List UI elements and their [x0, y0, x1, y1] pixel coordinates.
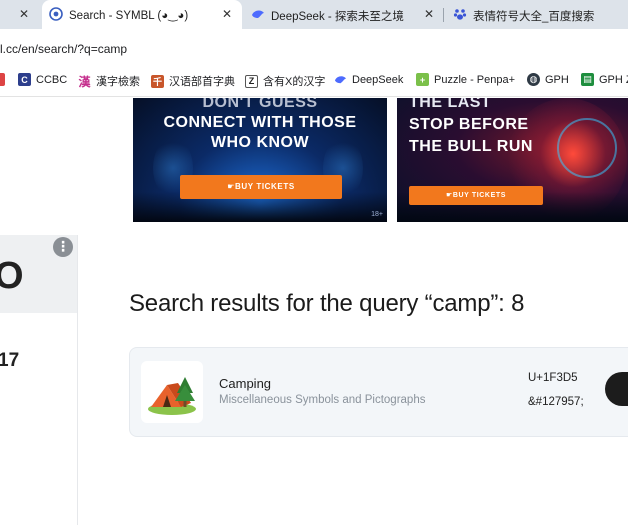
bookmark-partial[interactable]	[0, 73, 10, 86]
bookmark-zi[interactable]: Z 含有X的汉字	[245, 73, 325, 89]
neon-outline	[557, 118, 617, 178]
bookmark-label: 含有X的汉字	[263, 76, 326, 88]
symbl-icon	[49, 7, 63, 21]
bookmark-label: DeepSeek	[352, 73, 404, 86]
ad-banner-conference[interactable]: DON'T GUESS CONNECT WITH THOSE WHO KNOW …	[133, 98, 387, 222]
camping-icon	[148, 377, 196, 415]
deepseek-whale-icon	[252, 10, 264, 18]
tab-title: DeepSeek - 探索未至之境	[271, 11, 404, 23]
symbol-thumbnail	[141, 361, 203, 423]
bookmark-deepseek[interactable]: DeepSeek	[334, 73, 403, 86]
sidebar-number: 17	[0, 350, 20, 371]
bookmark-han-search[interactable]: 漢 漢字檢索	[78, 73, 140, 89]
symbol-html-entity: &#127957;	[528, 396, 584, 408]
ccbc-icon: C	[18, 73, 31, 86]
globe-icon: ◍	[527, 73, 540, 86]
symbol-name[interactable]: Camping	[219, 376, 271, 391]
bookmark-label: CCBC	[36, 73, 68, 86]
ad-headline: WHO KNOW	[210, 134, 310, 151]
bookmark-puzzle[interactable]: + Puzzle - Penpa+	[416, 73, 515, 86]
ad-headline: DON'T GUESS	[202, 98, 318, 111]
baidu-paw-icon	[453, 9, 467, 20]
page-content: DON'T GUESS CONNECT WITH THOSE WHO KNOW …	[0, 98, 628, 525]
close-icon[interactable]: ✕	[222, 7, 232, 21]
tab-deepseek[interactable]: DeepSeek - 探索未至之境 ✕	[244, 0, 442, 29]
buy-tickets-button[interactable]: ☛ BUY TICKETS	[180, 175, 342, 199]
bookmarks-bar: C CCBC 漢 漢字檢索 千 汉语部首字典 Z 含有X的汉字 DeepSeek…	[0, 65, 628, 97]
symbol-codepoint: U+1F3D5	[528, 372, 578, 384]
bookmark-label: 漢字檢索	[96, 76, 140, 88]
ad-headline: CONNECT WITH THOSE	[163, 114, 357, 131]
age-tag: 18+	[371, 211, 383, 218]
bookmark-label: GPH Z	[599, 73, 628, 86]
tab-separator	[443, 8, 444, 22]
button-label: BUY TICKETS	[452, 192, 507, 199]
bookmark-partial-icon	[0, 73, 5, 86]
bookmark-label: 汉语部首字典	[169, 76, 235, 88]
button-label: BUY TICKETS	[234, 182, 295, 191]
buy-tickets-button[interactable]: ☛ BUY TICKETS	[409, 186, 543, 205]
url-field[interactable]: l.cc/en/search/?q=camp	[0, 42, 127, 56]
tab-symbl-search[interactable]: Search - SYMBL (◕‿◕) ✕	[42, 0, 242, 29]
tab-title: 表情符号大全_百度搜索	[473, 11, 595, 23]
address-bar: l.cc/en/search/?q=camp	[0, 29, 628, 65]
ticket-icon: ☛	[445, 192, 453, 199]
gph-sheet-icon: ▤	[581, 73, 594, 86]
ad-headline: STOP BEFORE	[409, 116, 529, 133]
sidebar-divider	[0, 235, 78, 525]
tab-strip: ✕ Search - SYMBL (◕‿◕) ✕ DeepSeek - 探索未至…	[0, 0, 628, 29]
ticket-icon: ☛	[227, 182, 235, 191]
bookmark-radical-dict[interactable]: 千 汉语部首字典	[151, 73, 235, 89]
radical-dict-icon: 千	[151, 74, 164, 88]
zi-icon: Z	[245, 74, 258, 88]
bookmark-ccbc[interactable]: C CCBC	[18, 73, 67, 86]
bookmark-gph[interactable]: ◍ GPH	[527, 73, 569, 86]
bookmark-label: GPH	[545, 73, 569, 86]
bookmark-gph-sheet[interactable]: ▤ GPH Z	[581, 73, 628, 86]
tab-previous[interactable]: ✕	[0, 0, 40, 29]
tab-baidu[interactable]: 表情符号大全_百度搜索	[446, 0, 628, 29]
puzzle-icon: +	[416, 73, 429, 86]
copy-button[interactable]	[605, 372, 628, 406]
ad-banner-bull-run[interactable]: THE LAST STOP BEFORE THE BULL RUN ☛ BUY …	[397, 98, 628, 222]
close-icon[interactable]: ✕	[19, 7, 29, 21]
symbol-block[interactable]: Miscellaneous Symbols and Pictographs	[219, 394, 425, 406]
close-icon[interactable]: ✕	[424, 7, 434, 21]
deepseek-whale-icon	[334, 76, 347, 84]
ad-headline: THE LAST	[409, 98, 492, 111]
search-results-heading: Search results for the query “camp”: 8	[129, 290, 525, 317]
han-search-icon: 漢	[78, 74, 91, 89]
ad-headline: THE BULL RUN	[409, 138, 533, 155]
bookmark-label: Puzzle - Penpa+	[434, 73, 516, 86]
tab-title: Search - SYMBL (◕‿◕)	[69, 10, 189, 22]
